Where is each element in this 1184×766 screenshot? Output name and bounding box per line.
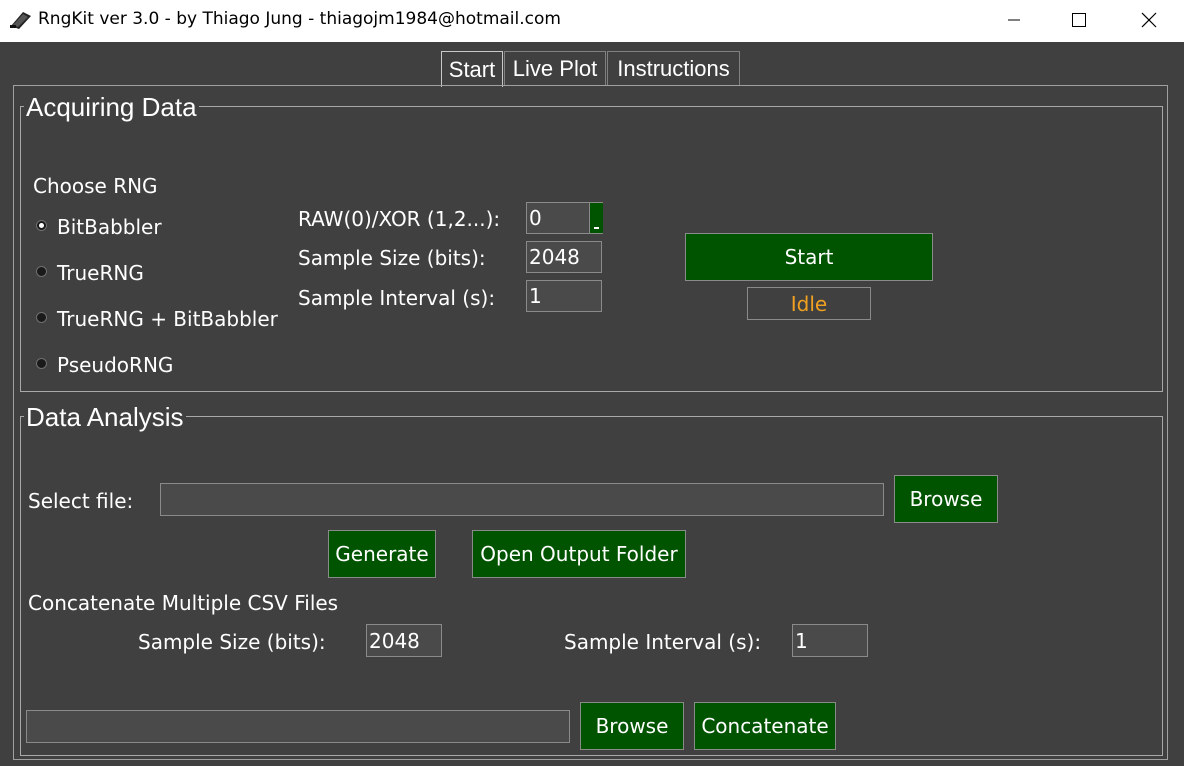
radio-truerng[interactable] xyxy=(36,266,47,277)
start-button[interactable]: Start xyxy=(685,233,933,281)
sample-interval-value: 1 xyxy=(529,284,542,308)
tab-live-plot[interactable]: Live Plot xyxy=(504,51,606,85)
tab-instructions[interactable]: Instructions xyxy=(607,51,740,85)
chevron-down-icon xyxy=(594,227,599,229)
minimize-button[interactable] xyxy=(979,0,1049,40)
close-button[interactable] xyxy=(1114,0,1184,40)
radio-bitbabbler[interactable] xyxy=(36,220,47,231)
minimize-icon xyxy=(1008,19,1020,21)
xor-spin-arrow[interactable] xyxy=(589,203,603,233)
tab-start[interactable]: Start xyxy=(441,51,503,87)
radio-pseudorng[interactable] xyxy=(36,358,47,369)
title-bar: RngKit ver 3.0 - by Thiago Jung - thiago… xyxy=(0,0,1184,42)
open-output-folder-button[interactable]: Open Output Folder xyxy=(472,530,686,578)
concatenate-button[interactable]: Concatenate xyxy=(694,702,836,750)
xor-value: 0 xyxy=(529,206,542,230)
select-file-input[interactable] xyxy=(160,483,884,516)
choose-rng-label: Choose RNG xyxy=(33,174,158,198)
concat-file-input[interactable] xyxy=(26,710,570,743)
browse-button[interactable]: Browse xyxy=(894,475,998,523)
radio-truerng-bitbabbler-label[interactable]: TrueRNG + BitBabbler xyxy=(57,307,278,331)
maximize-icon xyxy=(1072,13,1086,27)
window-title: RngKit ver 3.0 - by Thiago Jung - thiago… xyxy=(38,9,561,29)
close-icon xyxy=(1141,12,1157,28)
status-label: Idle xyxy=(747,287,871,320)
radio-truerng-label[interactable]: TrueRNG xyxy=(57,261,144,285)
radio-pseudorng-label[interactable]: PseudoRNG xyxy=(57,353,173,377)
select-file-label: Select file: xyxy=(28,489,134,513)
generate-button[interactable]: Generate xyxy=(328,530,436,578)
concat-sample-size-label: Sample Size (bits): xyxy=(138,630,326,654)
sample-size-input[interactable]: 2048 xyxy=(526,241,602,273)
concat-sample-size-input[interactable]: 2048 xyxy=(366,624,442,657)
maximize-button[interactable] xyxy=(1044,0,1114,40)
concat-interval-input[interactable]: 1 xyxy=(792,624,868,657)
app-icon xyxy=(10,12,31,29)
concat-browse-button[interactable]: Browse xyxy=(580,702,684,750)
concat-interval-value: 1 xyxy=(795,628,808,653)
concat-title: Concatenate Multiple CSV Files xyxy=(28,591,339,615)
sample-size-value: 2048 xyxy=(529,245,580,269)
sample-size-label: Sample Size (bits): xyxy=(298,246,486,270)
analysis-title: Data Analysis xyxy=(24,402,186,433)
concat-sample-size-value: 2048 xyxy=(369,628,420,653)
radio-bitbabbler-label[interactable]: BitBabbler xyxy=(57,215,162,239)
radio-truerng-bitbabbler[interactable] xyxy=(36,312,47,323)
sample-interval-label: Sample Interval (s): xyxy=(298,286,496,310)
xor-label: RAW(0)/XOR (1,2...): xyxy=(298,207,501,231)
acquiring-title: Acquiring Data xyxy=(24,92,199,123)
sample-interval-input[interactable]: 1 xyxy=(526,280,602,312)
concat-interval-label: Sample Interval (s): xyxy=(564,630,762,654)
